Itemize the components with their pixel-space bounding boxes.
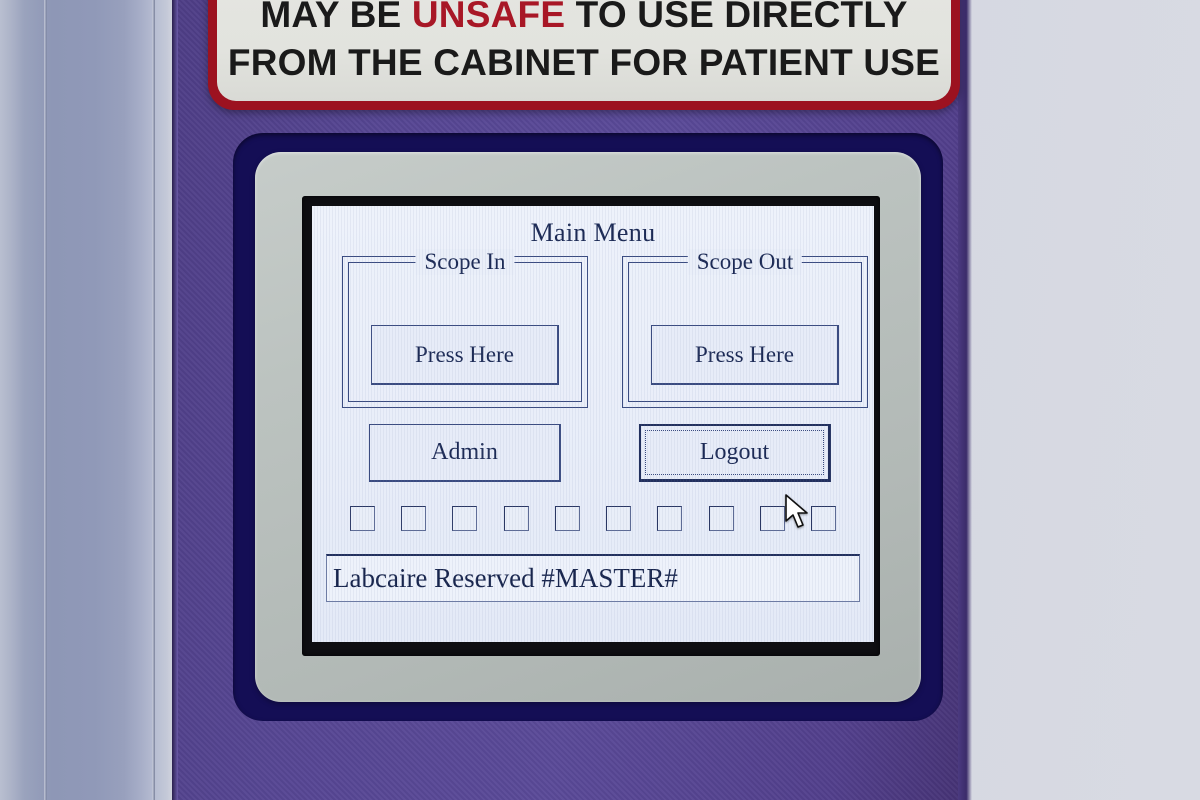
status-checkbox[interactable]	[810, 506, 836, 531]
status-checkbox[interactable]	[401, 506, 427, 531]
status-checkbox[interactable]	[606, 506, 632, 531]
status-checkbox[interactable]	[350, 506, 375, 531]
status-checkbox[interactable]	[708, 506, 734, 531]
warning-label-plate: MAY BE UNSAFE TO USE DIRECTLY FROM THE C…	[217, 0, 951, 101]
panel-seam	[44, 0, 47, 800]
status-checkbox[interactable]	[657, 506, 683, 531]
group-scope-in-legend: Scope In	[415, 249, 515, 275]
status-checkbox[interactable]	[759, 506, 785, 531]
panel-seam	[152, 0, 155, 800]
screenshot-stage: MAY BE UNSAFE TO USE DIRECTLY FROM THE C…	[0, 0, 1200, 800]
warning-keyword-unsafe: UNSAFE	[411, 0, 566, 35]
logout-button[interactable]: Logout	[639, 424, 831, 482]
status-checkbox-row	[350, 506, 836, 534]
admin-button[interactable]: Admin	[369, 424, 561, 482]
warning-label: MAY BE UNSAFE TO USE DIRECTLY FROM THE C…	[208, 0, 960, 110]
group-scope-in: Scope In Press Here	[342, 249, 588, 408]
warning-line-1-prefix: MAY BE	[260, 0, 412, 35]
warning-line-1-suffix: TO USE DIRECTLY	[565, 0, 908, 35]
group-scope-out-fieldset: Scope Out Press Here	[628, 249, 862, 402]
status-checkbox[interactable]	[452, 506, 478, 531]
scope-in-press-here-button[interactable]: Press Here	[371, 325, 559, 385]
cabinet-right-edge	[958, 0, 972, 800]
logout-button-label: Logout	[699, 439, 770, 465]
warning-line-2: FROM THE CABINET FOR PATIENT USE	[227, 42, 941, 83]
left-metal-panel	[0, 0, 172, 800]
warning-line-1: MAY BE UNSAFE TO USE DIRECTLY	[260, 0, 907, 39]
page-title: Main Menu	[530, 218, 656, 247]
status-bar: Labcaire Reserved #MASTER#	[326, 554, 860, 602]
scope-out-press-here-button[interactable]: Press Here	[651, 325, 839, 385]
status-checkbox[interactable]	[503, 506, 529, 531]
touchscreen-ui: Main Menu Scope In Press Here Scope Out …	[312, 206, 874, 642]
lcd-display[interactable]: Main Menu Scope In Press Here Scope Out …	[312, 206, 874, 642]
status-checkbox[interactable]	[554, 506, 580, 531]
group-scope-in-fieldset: Scope In Press Here	[348, 249, 582, 402]
group-scope-out-legend: Scope Out	[687, 249, 803, 275]
cabinet-left-edge	[172, 0, 178, 800]
group-scope-out: Scope Out Press Here	[622, 249, 868, 408]
